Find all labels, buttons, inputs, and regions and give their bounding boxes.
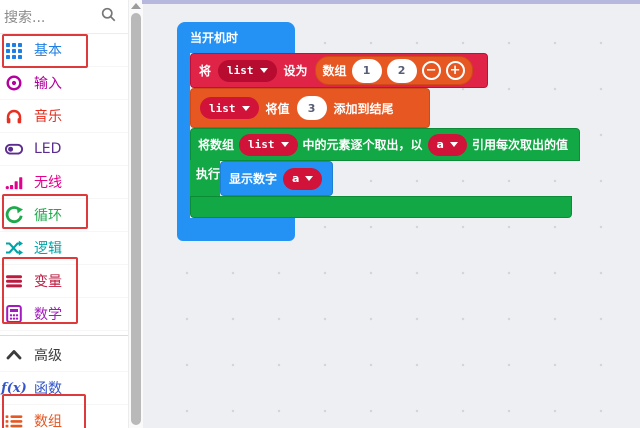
add-item-button[interactable]: + xyxy=(446,61,465,80)
calculator-icon xyxy=(4,305,24,323)
array-block-label: 数组 xyxy=(323,62,347,79)
sidebar-item-label: 数组 xyxy=(34,411,62,428)
sidebar-item-functions[interactable]: f(x) 函数 xyxy=(0,372,128,405)
on-start-block[interactable]: 当开机时 xyxy=(177,22,295,53)
sidebar-item-arrays[interactable]: 数组 xyxy=(0,405,128,428)
sidebar-item-led[interactable]: LED xyxy=(0,133,128,166)
sidebar-item-logic[interactable]: 逻辑 xyxy=(0,232,128,265)
list-push-block[interactable]: list 将值 3 添加到结尾 xyxy=(190,88,430,128)
chevron-up-icon xyxy=(4,346,24,364)
sidebar-item-label: 逻辑 xyxy=(34,238,62,258)
sidebar-item-label: 输入 xyxy=(34,73,62,93)
foreach-text: 引用每次取出的值 xyxy=(472,136,568,153)
array-of-block[interactable]: 数组 1 2 − + xyxy=(315,56,473,85)
on-start-block-spine[interactable] xyxy=(177,52,190,218)
search-input[interactable]: 搜索... xyxy=(0,0,128,34)
sidebar-item-label: 音乐 xyxy=(34,106,62,126)
sidebar-item-label: 高级 xyxy=(34,345,62,365)
headphones-icon xyxy=(4,107,24,125)
dropdown-value: list xyxy=(248,138,275,151)
sidebar-item-basic[interactable]: 基本 xyxy=(0,34,128,67)
on-start-label: 当开机时 xyxy=(190,29,238,46)
sidebar-item-label: 无线 xyxy=(34,172,62,192)
for-each-block[interactable]: 将数组 list 中的元素逐个取出，以 a 引用每次取出的值 xyxy=(190,128,580,161)
array-value-input-1[interactable]: 1 xyxy=(352,59,382,83)
variable-dropdown-list[interactable]: list xyxy=(218,60,277,82)
sidebar-item-label: 数学 xyxy=(34,304,62,324)
grid-icon xyxy=(4,41,24,59)
toggle-icon xyxy=(4,140,24,158)
variable-dropdown-a[interactable]: a xyxy=(283,168,322,190)
sidebar-item-math[interactable]: 数学 xyxy=(0,298,128,331)
dropdown-value: list xyxy=(227,64,254,77)
push-value-input[interactable]: 3 xyxy=(297,96,327,120)
sidebar-item-advanced[interactable]: 高级 xyxy=(0,339,128,372)
signal-icon xyxy=(4,173,24,191)
foreach-text: 将数组 xyxy=(198,136,234,153)
set-block-text: 将 xyxy=(199,62,211,79)
sidebar-item-variables[interactable]: 变量 xyxy=(0,265,128,298)
for-each-block-footer[interactable] xyxy=(190,196,572,218)
foreach-text: 中的元素逐个取出，以 xyxy=(303,136,423,153)
variable-dropdown-list[interactable]: list xyxy=(200,97,259,119)
sidebar-item-label: 基本 xyxy=(34,40,62,60)
scroll-up-icon[interactable] xyxy=(131,3,141,9)
sidebar-scrollbar[interactable] xyxy=(128,0,143,428)
search-placeholder: 搜索... xyxy=(4,7,45,27)
target-icon xyxy=(4,74,24,92)
dropdown-value: list xyxy=(209,102,236,115)
on-start-block-footer[interactable] xyxy=(177,218,295,241)
search-icon[interactable] xyxy=(101,7,116,26)
sidebar-item-input[interactable]: 输入 xyxy=(0,67,128,100)
sidebar-item-label: LED xyxy=(34,141,61,157)
push-block-text: 将值 xyxy=(266,100,290,117)
sidebar-item-label: 函数 xyxy=(34,378,62,398)
lines-icon xyxy=(4,272,24,290)
set-variable-block[interactable]: 将 list 设为 数组 1 2 − + xyxy=(190,53,488,88)
shuffle-icon xyxy=(4,239,24,257)
variable-dropdown-list[interactable]: list xyxy=(239,134,298,156)
top-border-line xyxy=(142,0,640,4)
iterator-dropdown-a[interactable]: a xyxy=(428,134,467,156)
list-icon xyxy=(4,412,24,428)
function-icon: f(x) xyxy=(4,379,24,397)
set-block-text: 设为 xyxy=(284,62,308,79)
sidebar-item-label: 变量 xyxy=(34,271,62,291)
dropdown-value: a xyxy=(437,138,444,151)
show-number-block[interactable]: 显示数字 a xyxy=(220,161,333,196)
sidebar-item-loops[interactable]: 循环 xyxy=(0,199,128,232)
for-each-block-spine[interactable]: 执行 xyxy=(190,160,220,196)
sidebar-divider xyxy=(0,331,128,339)
sidebar-item-music[interactable]: 音乐 xyxy=(0,100,128,133)
show-number-label: 显示数字 xyxy=(229,170,277,187)
makecode-editor: 搜索... 基本 输入 音乐 LE xyxy=(0,0,640,428)
sidebar-item-label: 循环 xyxy=(34,205,62,225)
scrollbar-thumb[interactable] xyxy=(131,13,141,425)
array-value-input-2[interactable]: 2 xyxy=(387,59,417,83)
do-label: 执行 xyxy=(196,165,220,182)
dropdown-value: a xyxy=(292,172,299,185)
sidebar-item-radio[interactable]: 无线 xyxy=(0,166,128,199)
loop-icon xyxy=(4,206,24,224)
push-block-text: 添加到结尾 xyxy=(334,100,394,117)
remove-item-button[interactable]: − xyxy=(422,61,441,80)
toolbox-sidebar: 搜索... 基本 输入 音乐 LE xyxy=(0,0,128,428)
